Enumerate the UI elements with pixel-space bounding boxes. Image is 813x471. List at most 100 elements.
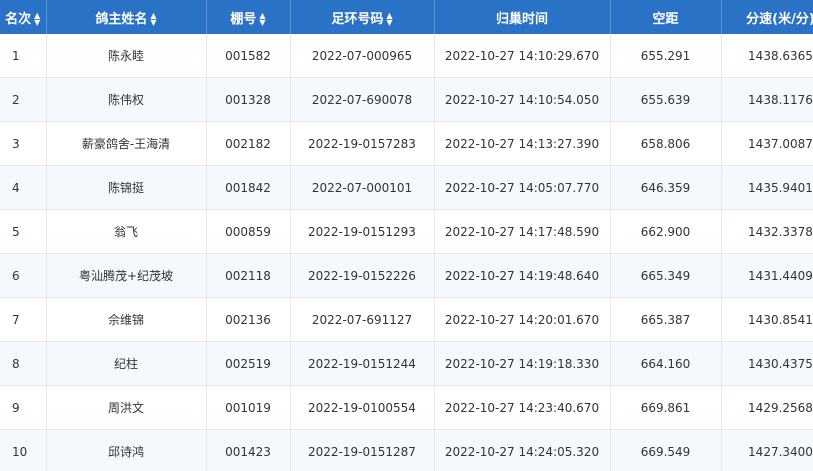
owner-name-cell: 翁飞 xyxy=(46,209,207,254)
owner-name-cell: 邱诗鸿 xyxy=(46,429,207,471)
rank-cell: 2 xyxy=(0,77,47,122)
header-ring-number[interactable]: 足环号码 ▲ ▼ xyxy=(290,0,435,34)
header-label: 名次 xyxy=(5,11,32,27)
speed-cell: 1429.2568 xyxy=(721,385,813,430)
ring-number-cell: 2022-19-0151244 xyxy=(290,341,435,386)
table-row: 9 周洪文 001019 2022-19-0100554 2022-10-27 14:2… xyxy=(0,385,813,430)
distance-cell: 662.900 xyxy=(610,209,722,254)
return-time-cell: 2022-10-27 14:23:40.670 xyxy=(434,385,611,430)
owner-name-cell: 佘维锦 xyxy=(46,297,207,342)
loft-number-cell: 002118 xyxy=(206,253,291,298)
header-label: 空距 xyxy=(652,11,679,27)
table-row: 6 粤汕腾茂+纪茂坡 002118 2022-19-0152226 2022-10-27… xyxy=(0,253,813,298)
speed-cell: 1427.3400 xyxy=(721,429,813,471)
loft-number-cell: 001842 xyxy=(206,165,291,210)
distance-cell: 658.806 xyxy=(610,121,722,166)
ring-number-cell: 2022-19-0152226 xyxy=(290,253,435,298)
table-header: 名次 ▲ ▼ 鸽主姓名 ▲ ▼ 棚号 ▲ ▼ 足环号码 ▲ ▼ 归巢时间 空距 分速(米/分) xyxy=(0,0,813,34)
header-rank[interactable]: 名次 ▲ ▼ xyxy=(0,0,47,34)
return-time-cell: 2022-10-27 14:19:48.640 xyxy=(434,253,611,298)
owner-name-cell: 陈伟权 xyxy=(46,77,207,122)
header-loft-number[interactable]: 棚号 ▲ ▼ xyxy=(206,0,291,34)
rank-cell: 9 xyxy=(0,385,47,430)
sort-icon[interactable]: ▲ ▼ xyxy=(259,12,265,27)
sort-icon[interactable]: ▲ ▼ xyxy=(150,12,156,27)
rank-cell: 8 xyxy=(0,341,47,386)
return-time-cell: 2022-10-27 14:05:07.770 xyxy=(434,165,611,210)
table-row: 10 邱诗鸿 001423 2022-19-0151287 2022-10-27 14:… xyxy=(0,429,813,471)
results-table-container: 名次 ▲ ▼ 鸽主姓名 ▲ ▼ 棚号 ▲ ▼ 足环号码 ▲ ▼ 归巢时间 空距 分速(米/分) 1 陈永睦 00… xyxy=(0,0,813,471)
ring-number-cell: 2022-07-000965 xyxy=(290,34,435,78)
loft-number-cell: 000859 xyxy=(206,209,291,254)
return-time-cell: 2022-10-27 14:10:29.670 xyxy=(434,34,611,78)
loft-number-cell: 001423 xyxy=(206,429,291,471)
owner-name-cell: 薪豪鸽舍-王海清 xyxy=(46,121,207,166)
loft-number-cell: 001582 xyxy=(206,34,291,78)
distance-cell: 665.387 xyxy=(610,297,722,342)
sort-icon[interactable]: ▲ ▼ xyxy=(386,12,392,27)
header-label: 归巢时间 xyxy=(495,11,548,27)
ring-number-cell: 2022-19-0157283 xyxy=(290,121,435,166)
header-return-time: 归巢时间 xyxy=(434,0,611,34)
speed-cell: 1432.3378 xyxy=(721,209,813,254)
owner-name-cell: 陈永睦 xyxy=(46,34,207,78)
table-row: 5 翁飞 000859 2022-19-0151293 2022-10-27 14:17… xyxy=(0,209,813,254)
sort-icon[interactable]: ▲ ▼ xyxy=(34,12,40,27)
distance-cell: 669.861 xyxy=(610,385,722,430)
rank-cell: 7 xyxy=(0,297,47,342)
ring-number-cell: 2022-19-0100554 xyxy=(290,385,435,430)
owner-name-cell: 纪柱 xyxy=(46,341,207,386)
rank-cell: 6 xyxy=(0,253,47,298)
results-table: 名次 ▲ ▼ 鸽主姓名 ▲ ▼ 棚号 ▲ ▼ 足环号码 ▲ ▼ 归巢时间 空距 分速(米/分) 1 陈永睦 00… xyxy=(0,0,813,471)
ring-number-cell: 2022-07-691127 xyxy=(290,297,435,342)
distance-cell: 664.160 xyxy=(610,341,722,386)
speed-cell: 1435.9401 xyxy=(721,165,813,210)
distance-cell: 669.549 xyxy=(610,429,722,471)
header-label: 足环号码 xyxy=(331,11,384,27)
rank-cell: 3 xyxy=(0,121,47,166)
header-row: 名次 ▲ ▼ 鸽主姓名 ▲ ▼ 棚号 ▲ ▼ 足环号码 ▲ ▼ 归巢时间 空距 分速(米/分) xyxy=(0,0,813,34)
distance-cell: 665.349 xyxy=(610,253,722,298)
speed-cell: 1430.4375 xyxy=(721,341,813,386)
rank-cell: 5 xyxy=(0,209,47,254)
header-distance: 空距 xyxy=(610,0,722,34)
header-speed: 分速(米/分) xyxy=(721,0,813,34)
header-label: 鸽主姓名 xyxy=(95,11,148,27)
distance-cell: 646.359 xyxy=(610,165,722,210)
loft-number-cell: 002182 xyxy=(206,121,291,166)
ring-number-cell: 2022-07-690078 xyxy=(290,77,435,122)
loft-number-cell: 002519 xyxy=(206,341,291,386)
speed-cell: 1437.0087 xyxy=(721,121,813,166)
table-row: 7 佘维锦 002136 2022-07-691127 2022-10-27 14:20… xyxy=(0,297,813,342)
ring-number-cell: 2022-19-0151293 xyxy=(290,209,435,254)
distance-cell: 655.291 xyxy=(610,34,722,78)
table-row: 3 薪豪鸽舍-王海清 002182 2022-19-0157283 2022-10-27… xyxy=(0,121,813,166)
speed-cell: 1438.6365 xyxy=(721,34,813,78)
loft-number-cell: 001328 xyxy=(206,77,291,122)
owner-name-cell: 粤汕腾茂+纪茂坡 xyxy=(46,253,207,298)
return-time-cell: 2022-10-27 14:10:54.050 xyxy=(434,77,611,122)
return-time-cell: 2022-10-27 14:13:27.390 xyxy=(434,121,611,166)
rank-cell: 10 xyxy=(0,429,47,471)
header-label: 分速(米/分) xyxy=(746,11,813,27)
distance-cell: 655.639 xyxy=(610,77,722,122)
ring-number-cell: 2022-07-000101 xyxy=(290,165,435,210)
ring-number-cell: 2022-19-0151287 xyxy=(290,429,435,471)
owner-name-cell: 陈锦挺 xyxy=(46,165,207,210)
table-row: 1 陈永睦 001582 2022-07-000965 2022-10-27 14:10… xyxy=(0,34,813,78)
return-time-cell: 2022-10-27 14:24:05.320 xyxy=(434,429,611,471)
header-owner-name[interactable]: 鸽主姓名 ▲ ▼ xyxy=(46,0,207,34)
table-row: 8 纪柱 002519 2022-19-0151244 2022-10-27 14:19… xyxy=(0,341,813,386)
table-row: 2 陈伟权 001328 2022-07-690078 2022-10-27 14:10… xyxy=(0,77,813,122)
rank-cell: 4 xyxy=(0,165,47,210)
loft-number-cell: 002136 xyxy=(206,297,291,342)
speed-cell: 1438.1176 xyxy=(721,77,813,122)
table-row: 4 陈锦挺 001842 2022-07-000101 2022-10-27 14:05… xyxy=(0,165,813,210)
rank-cell: 1 xyxy=(0,34,47,78)
table-body: 1 陈永睦 001582 2022-07-000965 2022-10-27 14:10… xyxy=(0,34,813,471)
speed-cell: 1430.8541 xyxy=(721,297,813,342)
loft-number-cell: 001019 xyxy=(206,385,291,430)
return-time-cell: 2022-10-27 14:20:01.670 xyxy=(434,297,611,342)
owner-name-cell: 周洪文 xyxy=(46,385,207,430)
return-time-cell: 2022-10-27 14:17:48.590 xyxy=(434,209,611,254)
